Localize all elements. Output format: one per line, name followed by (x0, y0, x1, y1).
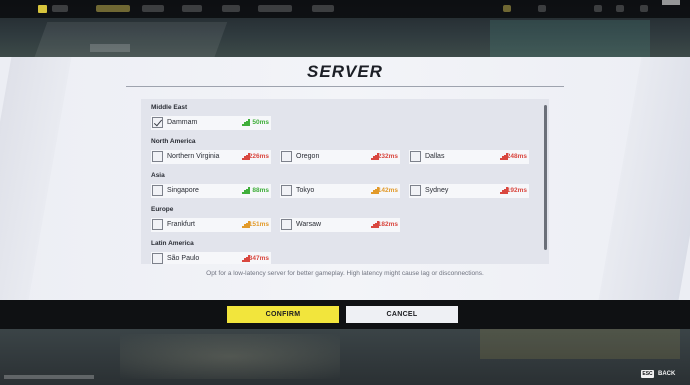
server-name: Singapore (167, 187, 199, 194)
server-option[interactable]: Dammam 50ms (151, 116, 271, 130)
server-name: Northern Virginia (167, 153, 220, 160)
nav-tab (222, 5, 240, 12)
background-shape (480, 329, 680, 359)
server-checkbox[interactable] (281, 151, 292, 162)
server-option[interactable]: Dallas 248ms (409, 150, 529, 164)
signal-strength-icon (242, 119, 250, 126)
server-checkbox[interactable] (152, 185, 163, 196)
server-name: Frankfurt (167, 221, 196, 228)
background-shape (120, 334, 340, 379)
nav-tab (312, 5, 334, 12)
background-shape (90, 44, 130, 52)
server-ping: 50ms (252, 119, 269, 126)
server-option[interactable]: Sydney 192ms (409, 184, 529, 198)
action-bar: CONFIRM CANCEL (0, 300, 690, 329)
server-option[interactable]: Tokyo 142ms (280, 184, 400, 198)
server-option[interactable]: Frankfurt 151ms (151, 218, 271, 232)
nav-tab (52, 5, 68, 12)
region-label: Asia (151, 172, 165, 179)
server-name: Dammam (167, 119, 198, 126)
back-label[interactable]: BACK (658, 371, 675, 377)
server-ping: 182ms (377, 221, 398, 228)
nav-tab (96, 5, 130, 12)
server-name: Tokyo (296, 187, 315, 194)
server-checkbox[interactable] (281, 185, 292, 196)
region-label: Europe (151, 206, 174, 213)
server-ping: 248ms (506, 153, 527, 160)
menu-icon (616, 5, 624, 12)
server-ping: 226ms (248, 153, 269, 160)
background-bottom (0, 329, 690, 385)
title-divider (126, 86, 564, 87)
server-ping: 347ms (248, 255, 269, 262)
background-top (0, 0, 690, 57)
confirm-button[interactable]: CONFIRM (227, 306, 339, 323)
dialog-decoration (598, 57, 690, 300)
currency-icon (503, 5, 511, 12)
game-logo-icon (38, 5, 47, 13)
server-ping: 151ms (248, 221, 269, 228)
server-option[interactable]: Singapore 88ms (151, 184, 271, 198)
latency-hint: Opt for a low-latency server for better … (206, 270, 484, 277)
server-option[interactable]: Northern Virginia 226ms (151, 150, 271, 164)
server-list[interactable]: Middle East Dammam 50ms North America Northe… (141, 99, 549, 264)
server-name: Dallas (425, 153, 445, 160)
background-shape (4, 375, 94, 379)
region-label: Middle East (151, 104, 188, 111)
server-checkbox[interactable] (152, 151, 163, 162)
server-option[interactable]: São Paulo 347ms (151, 252, 271, 264)
cancel-button[interactable]: CANCEL (346, 306, 458, 323)
nav-tab (142, 5, 164, 12)
server-option[interactable]: Oregon 232ms (280, 150, 400, 164)
server-option[interactable]: Warsaw 182ms (280, 218, 400, 232)
background-shape (490, 20, 650, 57)
server-name: Warsaw (296, 221, 322, 228)
nav-tab (182, 5, 202, 12)
nav-tab (258, 5, 292, 12)
server-ping: 192ms (506, 187, 527, 194)
menu-icon (594, 5, 602, 12)
region-label: Latin America (151, 240, 194, 247)
server-ping: 232ms (377, 153, 398, 160)
dialog-title: SERVER (307, 62, 383, 81)
region-label: North America (151, 138, 196, 145)
server-checkbox[interactable] (152, 219, 163, 230)
server-name: São Paulo (167, 255, 200, 262)
server-name: Sydney (425, 187, 449, 194)
background-shape (32, 22, 228, 57)
server-checkbox[interactable] (410, 185, 421, 196)
signal-strength-icon (242, 187, 250, 194)
server-ping: 88ms (252, 187, 269, 194)
scrollbar[interactable] (544, 105, 547, 250)
currency-icon (538, 5, 546, 12)
server-ping: 142ms (377, 187, 398, 194)
server-dialog: SERVER Middle East Dammam 50ms North Americ… (0, 57, 690, 300)
menu-icon (640, 5, 648, 12)
dialog-decoration (0, 57, 72, 300)
corner-label (662, 0, 680, 5)
esc-key-icon[interactable]: ESC (641, 370, 654, 378)
server-name: Oregon (296, 153, 320, 160)
server-checkbox[interactable] (410, 151, 421, 162)
server-checkbox[interactable] (152, 117, 163, 128)
server-checkbox[interactable] (281, 219, 292, 230)
server-checkbox[interactable] (152, 253, 163, 264)
